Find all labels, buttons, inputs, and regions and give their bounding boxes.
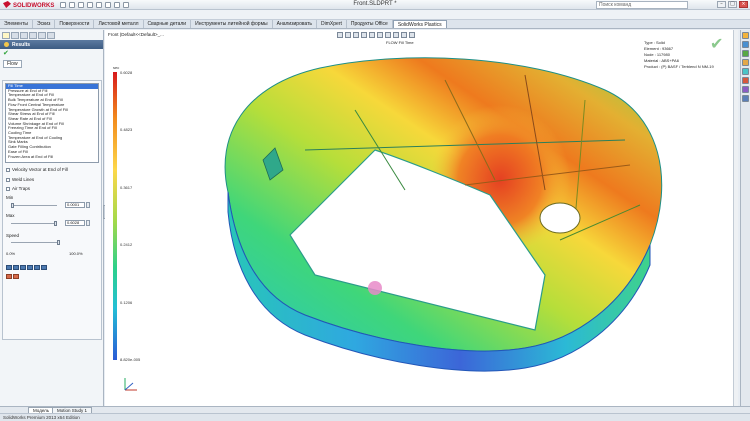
feature-manager-icon[interactable] [2, 32, 10, 39]
ok-row: ✔ [0, 49, 103, 58]
pct-end-label: 100.0% [69, 251, 83, 256]
property-manager-icon[interactable] [11, 32, 19, 39]
tab-office-products[interactable]: Продукты Office [347, 20, 393, 28]
part-model-render[interactable] [105, 30, 738, 406]
new-icon[interactable] [60, 2, 66, 8]
step-forward-icon[interactable] [34, 265, 40, 270]
open-icon[interactable] [69, 2, 75, 8]
maximize-button[interactable]: □ [728, 1, 737, 8]
speed-label: Speed [6, 233, 20, 238]
plastics-manager-icon[interactable] [47, 32, 55, 39]
task-pane-tabs [740, 30, 750, 406]
manager-tabs [0, 30, 103, 40]
step-back-icon[interactable] [13, 265, 19, 270]
window-controls: – □ × [717, 1, 748, 8]
results-title: Results [12, 41, 31, 48]
ok-check-icon[interactable]: ✔ [3, 49, 9, 57]
display-manager-icon[interactable] [38, 32, 46, 39]
checkbox-icon [6, 177, 10, 182]
pause-icon[interactable] [27, 265, 33, 270]
min-spinner[interactable] [86, 202, 90, 208]
dimxpert-manager-icon[interactable] [29, 32, 37, 39]
export-toolbar [6, 274, 19, 279]
axis-triad-icon [124, 378, 137, 391]
results-icon [4, 42, 9, 47]
home-icon[interactable] [742, 32, 749, 39]
results-list-item[interactable]: Frozen Area at End of Fill [6, 154, 98, 160]
graphics-viewport[interactable]: Front (Default<<Default>_... FLOW Fill T… [105, 30, 738, 406]
play-icon[interactable] [20, 265, 26, 270]
checkbox-icon [6, 186, 10, 191]
tab-solidworks-plastics[interactable]: SolidWorks Plastics [392, 20, 447, 28]
end-icon[interactable] [41, 265, 47, 270]
tab-weldments[interactable]: Сварные детали [144, 20, 192, 28]
tab-surfaces[interactable]: Поверхности [55, 20, 95, 28]
ribbon-toolbar [0, 10, 750, 20]
playback-toolbar [6, 265, 47, 270]
velocity-vector-checkbox[interactable]: Velocity Vector at End of Fill [6, 167, 68, 172]
export-video-icon[interactable] [13, 274, 19, 279]
close-button[interactable]: × [739, 1, 748, 8]
tab-sheet-metal[interactable]: Листовой металл [94, 20, 144, 28]
appearances-icon[interactable] [742, 77, 749, 84]
title-bar: SOLIDWORKS Front.SLDPRT * Поиск команд –… [0, 0, 750, 10]
speed-slider-thumb[interactable] [57, 240, 60, 245]
undo-icon[interactable] [96, 2, 102, 8]
speed-slider[interactable] [11, 240, 60, 245]
plastics-icon[interactable] [742, 95, 749, 102]
min-slider-thumb[interactable] [11, 203, 14, 208]
property-manager-panel: Results ✔ Flow Fill Time Pressure at End … [0, 30, 104, 406]
bottom-tabs: Модель Motion Study 1 [0, 406, 750, 414]
quick-access-toolbar [60, 2, 129, 8]
save-icon[interactable] [78, 2, 84, 8]
tab-mold-tools[interactable]: Инструменты литейной формы [191, 20, 273, 28]
export-image-icon[interactable] [6, 274, 12, 279]
print-icon[interactable] [87, 2, 93, 8]
max-label: Max [6, 213, 15, 218]
design-library-icon[interactable] [742, 50, 749, 57]
minimize-button[interactable]: – [717, 1, 726, 8]
logo-text: SOLIDWORKS [13, 3, 55, 9]
checkbox-icon [6, 167, 10, 172]
search-commands-input[interactable]: Поиск команд [596, 1, 688, 9]
solidworks-logo-icon [3, 1, 11, 8]
vertical-scrollbar[interactable] [733, 30, 738, 406]
select-icon[interactable] [105, 2, 111, 8]
tab-features[interactable]: Элементы [0, 20, 33, 28]
results-listbox[interactable]: Fill Time Pressure at End of Fill Temperat… [5, 83, 99, 163]
tab-dimxpert[interactable]: DimXpert [317, 20, 347, 28]
configuration-manager-icon[interactable] [20, 32, 28, 39]
rewind-icon[interactable] [6, 265, 12, 270]
status-bar: SolidWorks Premium 2013 x64 Edition [0, 413, 750, 421]
max-value-field[interactable]: 0.6028 [65, 220, 85, 226]
solidworks-logo[interactable]: SOLIDWORKS [3, 1, 54, 9]
tab-sketch[interactable]: Эскиз [33, 20, 56, 28]
results-group: Fill Time Pressure at End of Fill Temperat… [2, 80, 102, 340]
max-slider[interactable] [11, 221, 57, 226]
min-slider[interactable] [11, 203, 57, 208]
pct-start-label: 0.0% [6, 251, 16, 256]
rebuild-icon[interactable] [114, 2, 120, 8]
max-spinner[interactable] [86, 220, 90, 226]
file-explorer-icon[interactable] [742, 59, 749, 66]
air-traps-checkbox[interactable]: Air Traps [6, 186, 30, 191]
tab-flow[interactable]: Flow [3, 60, 22, 68]
results-header: Results [0, 40, 103, 49]
max-slider-thumb[interactable] [54, 221, 57, 226]
min-label: Min [6, 195, 14, 200]
resources-icon[interactable] [742, 41, 749, 48]
custom-properties-icon[interactable] [742, 86, 749, 93]
min-value-field[interactable]: 0.0001 [65, 202, 85, 208]
options-icon[interactable] [123, 2, 129, 8]
tab-evaluate[interactable]: Анализировать [273, 20, 318, 28]
weld-lines-checkbox[interactable]: Weld Lines [6, 177, 34, 182]
command-manager-tabs: Элементы Эскиз Поверхности Листовой мета… [0, 20, 750, 29]
view-palette-icon[interactable] [742, 68, 749, 75]
